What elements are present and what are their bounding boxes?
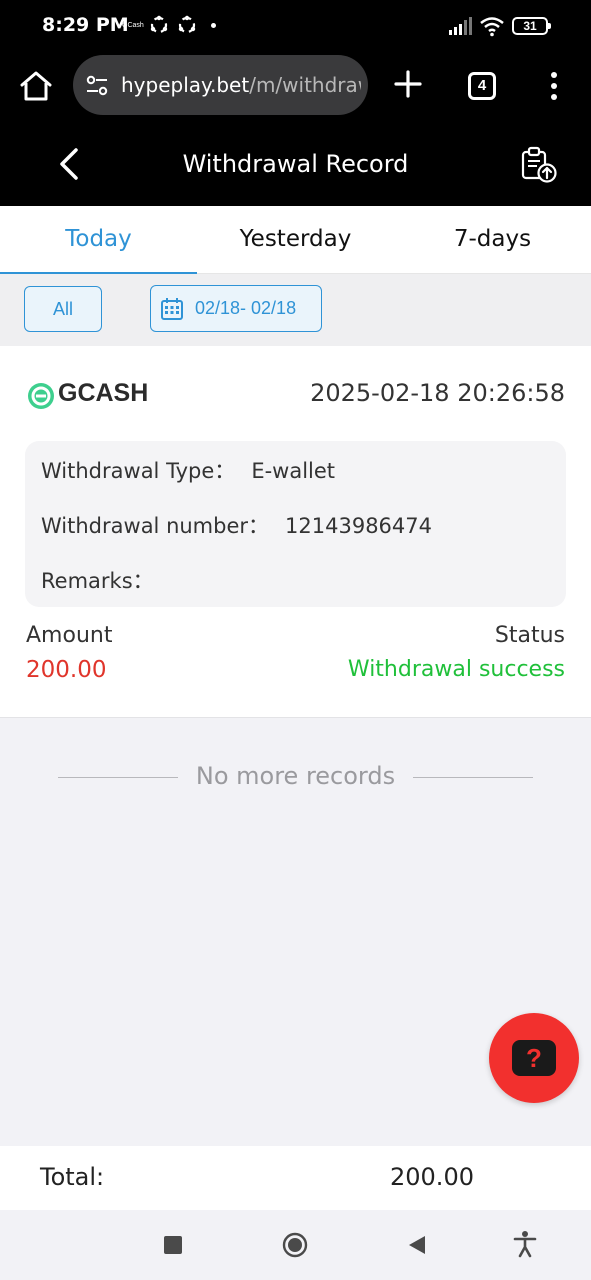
amount-label: Amount [26, 623, 113, 648]
browser-toolbar: hypeplay.bet/m/withdrawR 4 [0, 54, 591, 118]
total-value: 200.00 [390, 1163, 474, 1191]
wifi-icon [480, 17, 504, 37]
record-datetime: 2025-02-18 20:26:58 [310, 379, 565, 407]
withdrawal-type-row: Withdrawal Type： E-wallet [41, 455, 335, 485]
date-tabs: Today Yesterday 7-days [0, 206, 591, 275]
help-button[interactable]: ? [489, 1013, 579, 1103]
withdrawal-record-card[interactable]: GCASH 2025-02-18 20:26:58 Withdrawal Typ… [0, 346, 591, 718]
date-range-button[interactable]: 02/18- 02/18 [150, 285, 322, 332]
status-label: Status [494, 623, 565, 648]
address-bar[interactable]: hypeplay.bet/m/withdrawR [73, 55, 368, 115]
record-details: Withdrawal Type： E-wallet Withdrawal numb… [25, 441, 566, 607]
list-end-indicator: No more records [0, 762, 591, 794]
signal-icon [449, 17, 472, 35]
withdrawal-number-value: 12143986474 [285, 514, 433, 538]
withdrawal-type-label: Withdrawal Type： [41, 459, 236, 483]
type-filter-button[interactable]: All [24, 286, 102, 332]
gcash-logo-icon [28, 383, 54, 409]
status-bar: 8:29 PM GCash 31 [0, 0, 591, 54]
clipboard-upload-icon[interactable] [518, 146, 558, 184]
status-badge: Withdrawal success [347, 657, 565, 682]
withdrawal-number-row: Withdrawal number： 12143986474 [41, 510, 432, 540]
help-question-icon: ? [512, 1040, 556, 1076]
accessibility-icon[interactable] [512, 1230, 538, 1258]
tab-yesterday[interactable]: Yesterday [197, 206, 394, 274]
calendar-icon [161, 298, 183, 320]
date-range-text: 02/18- 02/18 [195, 298, 297, 318]
amount-value: 200.00 [26, 657, 107, 683]
battery-icon: 31 [512, 17, 551, 35]
back-triangle-icon[interactable] [406, 1234, 428, 1256]
tab-today[interactable]: Today [0, 206, 197, 274]
url-text: hypeplay.bet/m/withdrawR [121, 73, 361, 97]
status-time: 8:29 PM [42, 14, 129, 36]
total-bar: Total: 200.00 [0, 1146, 591, 1210]
divider-right [413, 777, 533, 778]
new-tab-icon[interactable] [392, 68, 424, 100]
page-title: Withdrawal Record [182, 150, 409, 178]
payment-channel-name: GCASH [58, 379, 149, 407]
app-header: Withdrawal Record [0, 118, 591, 206]
total-label: Total: [40, 1163, 105, 1191]
notification-dot [211, 23, 216, 28]
sync-icon [150, 15, 168, 34]
remarks-row: Remarks： [41, 565, 170, 595]
remarks-label: Remarks： [41, 569, 154, 593]
system-navigation-bar [0, 1210, 591, 1280]
filter-bar: All 02/18- 02/18 [0, 274, 591, 346]
tab-switcher-button[interactable]: 4 [468, 72, 496, 100]
gcash-notification-icon: GCash [122, 22, 144, 29]
sync-icon [178, 15, 196, 34]
more-options-icon[interactable] [548, 70, 560, 102]
no-more-records-text: No more records [195, 762, 396, 790]
withdrawal-type-value: E-wallet [251, 459, 336, 483]
home-circle-icon[interactable] [282, 1232, 308, 1258]
site-settings-icon[interactable] [85, 75, 109, 97]
withdrawal-number-label: Withdrawal number： [41, 514, 270, 538]
home-icon[interactable] [18, 68, 54, 104]
tab-7-days[interactable]: 7-days [394, 206, 591, 274]
url-domain: hypeplay.bet [121, 73, 250, 97]
url-path: /m/withdrawR [249, 73, 361, 97]
recent-apps-icon[interactable] [164, 1236, 182, 1254]
